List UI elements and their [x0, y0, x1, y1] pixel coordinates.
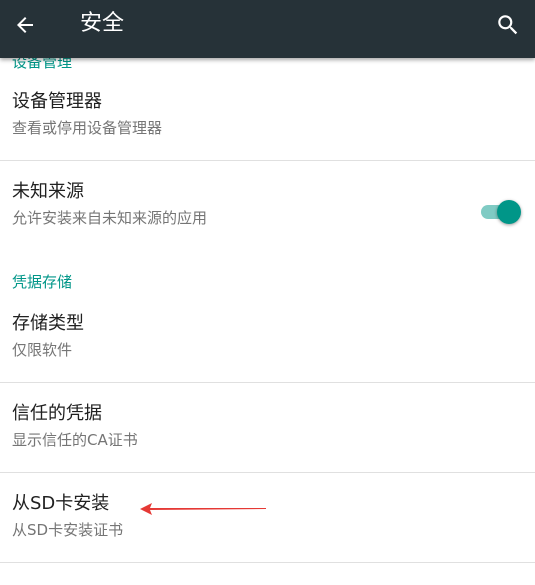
divider — [0, 382, 535, 383]
divider — [0, 160, 535, 161]
divider — [0, 562, 535, 563]
back-button[interactable] — [0, 0, 50, 50]
search-icon — [498, 15, 518, 35]
unknown-sources-toggle[interactable] — [479, 199, 521, 225]
pref-storage-type-title: 存储类型 — [12, 313, 84, 334]
pref-install-from-sd-title: 从SD卡安装 — [12, 493, 110, 514]
pref-device-admins-summary: 查看或停用设备管理器 — [12, 119, 163, 137]
pref-trusted-credentials-title: 信任的凭据 — [12, 403, 102, 424]
pref-device-admins-title: 设备管理器 — [12, 91, 102, 112]
settings-list: 设备管理 设备管理器 查看或停用设备管理器 未知来源 允许安装来自未知来源的应用… — [0, 0, 535, 585]
search-button[interactable] — [485, 2, 531, 48]
divider — [0, 472, 535, 473]
pref-install-from-sd-summary: 从SD卡安装证书 — [12, 521, 124, 539]
annotation-arrow-icon — [140, 503, 266, 515]
pref-unknown-sources[interactable]: 未知来源 允许安装来自未知来源的应用 — [0, 166, 535, 256]
settings-security-screen: 设备管理 设备管理器 查看或停用设备管理器 未知来源 允许安装来自未知来源的应用… — [0, 0, 535, 585]
section-header-credential-storage: 凭据存储 — [12, 273, 73, 291]
pref-storage-type[interactable]: 存储类型 仅限软件 — [0, 298, 535, 388]
pref-install-from-sd[interactable]: 从SD卡安装 从SD卡安装证书 — [0, 478, 535, 568]
pref-trusted-credentials[interactable]: 信任的凭据 显示信任的CA证书 — [0, 388, 535, 478]
pref-unknown-sources-summary: 允许安装来自未知来源的应用 — [12, 209, 208, 227]
pref-unknown-sources-title: 未知来源 — [12, 181, 84, 202]
app-bar: 安全 — [0, 0, 535, 58]
toggle-thumb — [497, 200, 521, 224]
pref-storage-type-summary: 仅限软件 — [12, 341, 73, 359]
pref-trusted-credentials-summary: 显示信任的CA证书 — [12, 431, 138, 449]
page-title: 安全 — [80, 11, 125, 36]
arrow-back-icon — [17, 17, 33, 33]
pref-device-admins[interactable]: 设备管理器 查看或停用设备管理器 — [0, 76, 535, 166]
